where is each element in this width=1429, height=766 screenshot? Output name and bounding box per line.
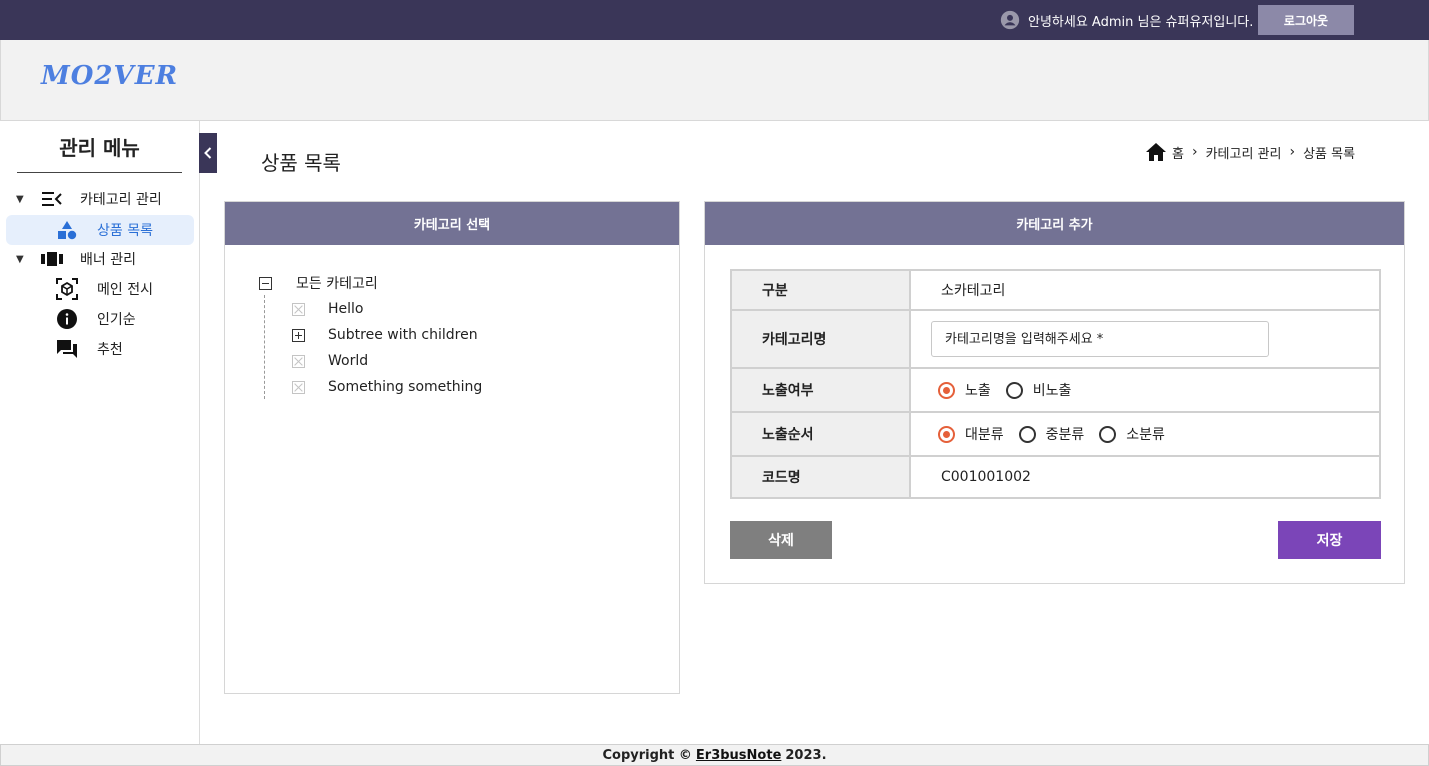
form-label: 코드명 [732, 457, 911, 497]
page-title: 상품 목록 [261, 151, 341, 175]
account-circle-icon [1000, 10, 1020, 30]
copyright-year: 2023. [785, 747, 827, 763]
radio-label: 노출 [965, 383, 991, 399]
radio-label: 중분류 [1045, 427, 1085, 443]
copyright-prefix: Copyright © [602, 747, 692, 763]
breadcrumb-category[interactable]: 카테고리 관리 [1206, 143, 1282, 162]
division-value: 소카테고리 [941, 283, 1006, 299]
site-logo[interactable]: MO2VER [41, 61, 178, 91]
radio-visible[interactable]: 노출 [938, 380, 991, 400]
info-icon [55, 307, 79, 331]
radio-checked-icon[interactable] [938, 381, 955, 399]
sidebar-title: 관리 메뉴 [17, 135, 182, 173]
form-label: 카테고리명 [732, 311, 911, 367]
3d-box-icon [55, 277, 79, 301]
tree-node-label[interactable]: Something something [328, 379, 482, 395]
panel-header: 카테고리 추가 [705, 202, 1404, 245]
leaf-icon [292, 354, 305, 368]
sidebar-collapse-button[interactable] [199, 133, 217, 173]
sidebar-item-label: 추천 [97, 342, 123, 358]
tree-node-label[interactable]: Hello [328, 301, 364, 317]
radio-minor[interactable]: 소분류 [1099, 424, 1165, 444]
user-greeting: 안녕하세요 Admin 님은 슈퍼유저입니다. [1000, 9, 1253, 31]
category-add-panel: 카테고리 추가 구분 소카테고리 카테고리명 노출여부 노출 비노출 [704, 201, 1405, 584]
tree-node[interactable]: Hello [292, 300, 364, 318]
breadcrumb-separator-icon: › [1289, 144, 1296, 160]
category-form: 구분 소카테고리 카테고리명 노출여부 노출 비노출 노출순서 [730, 269, 1381, 499]
form-row-visibility: 노출여부 노출 비노출 [732, 369, 1379, 413]
radio-label: 비노출 [1032, 383, 1072, 399]
caret-down-icon[interactable]: ▼ [16, 254, 26, 265]
sidebar-item-main-display[interactable]: 메인 전시 [0, 274, 153, 304]
breadcrumb-separator-icon: › [1191, 144, 1198, 160]
radio-unchecked-icon[interactable] [1018, 425, 1036, 443]
logout-button[interactable]: 로그아웃 [1258, 5, 1354, 35]
category-select-panel: 카테고리 선택 모든 카테고리 Hello Subtree with child… [224, 201, 680, 694]
sidebar-item-label: 인기순 [97, 312, 136, 328]
category-name-input[interactable] [931, 321, 1269, 357]
leaf-icon [292, 302, 305, 316]
collapse-icon[interactable] [259, 276, 272, 290]
tree-root-label[interactable]: 모든 카테고리 [296, 273, 378, 293]
radio-major[interactable]: 대분류 [938, 424, 1004, 444]
radio-checked-icon[interactable] [938, 425, 955, 443]
form-row-order: 노출순서 대분류 중분류 소분류 [732, 413, 1379, 457]
leaf-icon [292, 380, 305, 394]
forum-icon [55, 337, 79, 361]
sidebar-group-label: 카테고리 관리 [80, 192, 162, 208]
footer-link[interactable]: Er3busNote [696, 748, 781, 763]
radio-label: 대분류 [965, 427, 1004, 443]
sidebar-item-product-list[interactable]: 상품 목록 [6, 215, 194, 245]
radio-hidden[interactable]: 비노출 [1005, 380, 1072, 400]
breadcrumb-home[interactable]: 홈 [1172, 143, 1184, 162]
form-label: 구분 [732, 271, 911, 309]
sidebar-group-category[interactable]: ▼ 카테고리 관리 [0, 185, 162, 213]
breadcrumb: 홈 › 카테고리 관리 › 상품 목록 [1146, 143, 1356, 162]
form-row-name: 카테고리명 [732, 311, 1379, 369]
greeting-text: 안녕하세요 Admin 님은 슈퍼유저입니다. [1028, 14, 1254, 30]
top-bar: 안녕하세요 Admin 님은 슈퍼유저입니다. 로그아웃 [0, 0, 1429, 40]
form-label: 노출여부 [732, 369, 911, 411]
expand-icon[interactable] [292, 328, 305, 342]
sidebar-item-recommend[interactable]: 추천 [0, 334, 123, 364]
save-button[interactable]: 저장 [1278, 521, 1381, 559]
form-row-division: 구분 소카테고리 [732, 271, 1379, 311]
radio-label: 소분류 [1126, 427, 1165, 443]
form-row-code: 코드명 C001001002 [732, 457, 1379, 497]
menu-collapse-icon [40, 187, 64, 211]
sidebar: 관리 메뉴 ▼ 카테고리 관리 상품 목록 ▼ 배너 관리 메인 전시 인기순 [0, 121, 200, 744]
sidebar-item-popular[interactable]: 인기순 [0, 304, 136, 334]
sidebar-group-banner[interactable]: ▼ 배너 관리 [0, 245, 136, 273]
site-header: MO2VER [0, 40, 1429, 121]
delete-button[interactable]: 삭제 [730, 521, 832, 559]
panel-header: 카테고리 선택 [225, 202, 679, 245]
footer: Copyright © Er3busNote 2023. [0, 744, 1429, 766]
radio-middle[interactable]: 중분류 [1018, 424, 1085, 444]
tree-node-label[interactable]: World [328, 353, 368, 369]
tree-connector [264, 295, 265, 399]
chevron-left-icon [204, 147, 212, 159]
sidebar-item-label: 메인 전시 [97, 282, 153, 298]
form-label: 노출순서 [732, 413, 911, 455]
code-value: C001001002 [941, 469, 1031, 485]
tree-node[interactable]: Something something [292, 378, 482, 396]
radio-unchecked-icon[interactable] [1099, 425, 1117, 443]
radio-unchecked-icon[interactable] [1005, 381, 1023, 399]
tree-root[interactable]: 모든 카테고리 [259, 274, 378, 292]
sidebar-item-label: 상품 목록 [97, 223, 153, 239]
tree-node-label[interactable]: Subtree with children [328, 327, 478, 343]
breadcrumb-current: 상품 목록 [1303, 146, 1356, 162]
view-carousel-icon [40, 247, 64, 271]
tree-node[interactable]: Subtree with children [292, 326, 478, 344]
tree-node[interactable]: World [292, 352, 368, 370]
home-icon[interactable] [1146, 143, 1166, 161]
shapes-icon [55, 218, 79, 242]
sidebar-group-label: 배너 관리 [80, 252, 136, 268]
caret-down-icon[interactable]: ▼ [16, 194, 26, 205]
